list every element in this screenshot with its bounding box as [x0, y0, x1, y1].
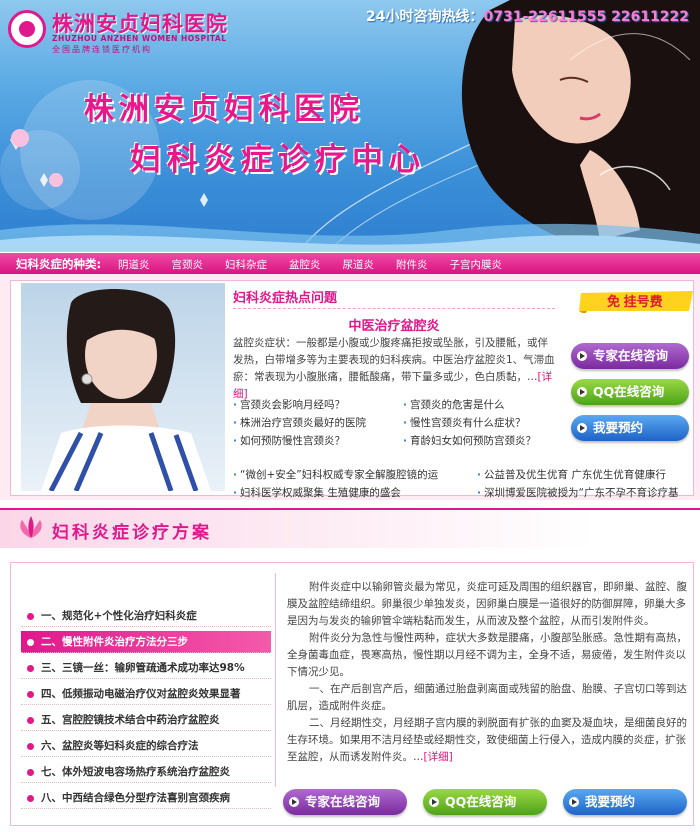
plan-section-title: 妇科炎症诊疗方案 — [52, 523, 212, 543]
play-arrow-icon — [577, 387, 587, 397]
plan-section-header: 妇科炎症诊疗方案 — [0, 508, 700, 548]
question-link[interactable]: 宫颈炎的危害是什么 — [403, 397, 505, 412]
hotline-numbers: 0731-22611555 22611222 — [483, 9, 689, 25]
news-link[interactable]: “微创+安全”妇科权威专家全解腹腔镜的运 — [233, 467, 438, 482]
hot-panel: 妇科炎症热点问题 免 挂号费 中医治疗盆腔炎 盆腔炎症状：一般都是小腹或少腹疼痛… — [10, 280, 697, 499]
lotus-icon — [20, 516, 42, 538]
expert-consult-label: 专家在线咨询 — [593, 348, 669, 363]
plan-menu-item[interactable]: 三、三镜一丝：输卵管疏通术成功率达98% — [21, 657, 271, 679]
hot-questions-title: 妇科炎症热点问题 — [233, 291, 338, 306]
plan-menu-item[interactable]: 四、低频振动电磁治疗仪对盆腔炎效果显著 — [21, 683, 271, 705]
qq-consult-label: QQ在线咨询 — [593, 384, 665, 399]
play-arrow-icon — [577, 351, 587, 361]
question-link[interactable]: 如何预防慢性宫颈炎？ — [233, 433, 345, 448]
expert-consult-button-bottom[interactable]: 专家在线咨询 — [283, 789, 407, 815]
play-arrow-icon — [289, 797, 299, 807]
question-link[interactable]: 株洲治疗宫颈炎最好的医院 — [233, 415, 366, 430]
play-arrow-icon — [569, 797, 579, 807]
question-link[interactable]: 慢性宫颈炎有什么症状？ — [403, 415, 526, 430]
header-banner: 株洲安贞妇科医院 ZHUZHOU ANZHEN WOMEN HOSPITAL 全… — [0, 0, 700, 252]
nav-item-vaginitis[interactable]: 阴道炎 — [118, 257, 150, 272]
plan-menu-item-active[interactable]: 二、慢性附件炎治疗方法分三步 — [21, 631, 271, 653]
nav-item-pelvic[interactable]: 盆腔炎 — [289, 257, 321, 272]
plan-menu-item[interactable]: 八、中西结合绿色分型疗法喜别宫颈疾病 — [21, 787, 271, 809]
plan-paragraph: 一、在产后剖宫产后，细菌通过胎盘剥离面或残留的胎盘、胎膜、子宫切口等到达肌层，造… — [287, 683, 687, 712]
book-appointment-label: 我要预约 — [593, 420, 644, 435]
hot-section: 妇科炎症热点问题 免 挂号费 中医治疗盆腔炎 盆腔炎症状：一般都是小腹或少腹疼痛… — [0, 274, 700, 500]
qq-consult-label: QQ在线咨询 — [445, 794, 517, 809]
plan-paragraph-text: 二、月经期性交，月经期子宫内膜的剥脱面有扩张的血窦及凝血块，是细菌良好的生存环境… — [287, 717, 687, 763]
qq-consult-button[interactable]: QQ在线咨询 — [571, 379, 689, 405]
plan-paragraph: 附件炎分为急性与慢性两种，症状大多数是腰痛，小腹部坠胀感。急性期有高热，全身菌毒… — [287, 632, 687, 678]
hotline-label: 24小时咨询热线： — [366, 9, 484, 25]
book-appointment-button-bottom[interactable]: 我要预约 — [563, 789, 687, 815]
hot-article-title[interactable]: 中医治疗盆腔炎 — [233, 315, 555, 334]
hospital-logo[interactable]: 株洲安贞妇科医院 ZHUZHOU ANZHEN WOMEN HOSPITAL 全… — [8, 8, 234, 54]
plan-menu-item[interactable]: 一、规范化+个性化治疗妇科炎症 — [21, 605, 271, 627]
book-appointment-button[interactable]: 我要预约 — [571, 415, 689, 441]
news-link[interactable]: 深圳博爱医院被授为“广东不孕不育诊疗基 — [477, 485, 678, 500]
logo-tagline: 全国品牌连锁医疗机构 — [52, 45, 152, 54]
news-link[interactable]: 公益普及优生优育 广东优生优育健康行 — [477, 467, 666, 482]
play-arrow-icon — [429, 797, 439, 807]
free-registration-badge[interactable]: 免 挂号费 — [577, 289, 697, 313]
banner-title-hospital: 株洲安贞妇科医院 — [84, 92, 364, 127]
plan-panel: 一、规范化+个性化治疗妇科炎症 二、慢性附件炎治疗方法分三步 三、三镜一丝：输卵… — [10, 562, 694, 826]
plan-menu-item[interactable]: 六、盆腔炎等妇科炎症的综合疗法 — [21, 735, 271, 757]
hot-questions-header: 妇科炎症热点问题 — [233, 287, 555, 309]
model-photo — [21, 283, 225, 491]
banner-title-center: 妇科炎症诊疗中心 — [130, 142, 426, 178]
banner-wave — [0, 223, 700, 252]
free-registration-text: 免 挂号费 — [607, 294, 663, 309]
play-arrow-icon — [577, 423, 587, 433]
logo-english-name: ZHUZHOU ANZHEN WOMEN HOSPITAL — [52, 34, 227, 43]
category-nav: 妇科炎症的种类: 阴道炎 宫颈炎 妇科杂症 盆腔炎 尿道炎 附件炎 子宫内膜炎 — [0, 252, 700, 274]
model-photo-graphic — [41, 289, 211, 491]
expert-consult-button[interactable]: 专家在线咨询 — [571, 343, 689, 369]
plan-more-link[interactable]: [详细] — [424, 751, 453, 763]
nav-item-urethritis[interactable]: 尿道炎 — [343, 257, 375, 272]
plan-paragraph: 附件炎症中以输卵管炎最为常见，炎症可延及周围的组织器官，即卵巢、盆腔、腹膜及盆腔… — [287, 581, 687, 627]
nav-item-adnexitis[interactable]: 附件炎 — [396, 257, 428, 272]
nav-list: 阴道炎 宫颈炎 妇科杂症 盆腔炎 尿道炎 附件炎 子宫内膜炎 — [118, 257, 524, 272]
plan-divider — [275, 573, 276, 787]
news-link[interactable]: 妇科医学权威聚集 生殖健康的盛会 — [233, 485, 401, 500]
hot-article-text: 盆腔炎症状：一般都是小腹或少腹疼痛拒按或坠胀，引及腰骶，或伴发热，白带增多等为主… — [233, 337, 555, 383]
question-link[interactable]: 育龄妇女如何预防宫颈炎？ — [403, 433, 536, 448]
plan-article: 附件炎症中以输卵管炎最为常见，炎症可延及周围的组织器官，即卵巢、盆腔、腹膜及盆腔… — [287, 579, 687, 766]
nav-item-endometritis[interactable]: 子宫内膜炎 — [450, 257, 503, 272]
question-link[interactable]: 宫颈炎会影响月经吗？ — [233, 397, 345, 412]
book-appointment-label: 我要预约 — [585, 794, 636, 809]
qq-consult-button-bottom[interactable]: QQ在线咨询 — [423, 789, 547, 815]
hotline: 24小时咨询热线：0731-22611555 22611222 — [366, 6, 689, 26]
nav-item-cervicitis[interactable]: 宫颈炎 — [172, 257, 204, 272]
plan-header-divider — [0, 508, 700, 510]
logo-emblem-icon — [8, 10, 46, 48]
expert-consult-label: 专家在线咨询 — [305, 794, 381, 809]
nav-lead-label: 妇科炎症的种类: — [16, 257, 102, 271]
nav-item-misc[interactable]: 妇科杂症 — [225, 257, 267, 272]
plan-paragraph-last: 二、月经期性交，月经期子宫内膜的剥脱面有扩张的血窦及凝血块，是细菌良好的生存环境… — [287, 715, 687, 766]
plan-menu-item[interactable]: 五、宫腔腔镜技术结合中药治疗盆腔炎 — [21, 709, 271, 731]
hot-article-summary: 盆腔炎症状：一般都是小腹或少腹疼痛拒按或坠胀，引及腰骶，或伴发热，白带增多等为主… — [233, 335, 555, 403]
plan-menu-item[interactable]: 七、体外短波电容场热疗系统治疗盆腔炎 — [21, 761, 271, 783]
